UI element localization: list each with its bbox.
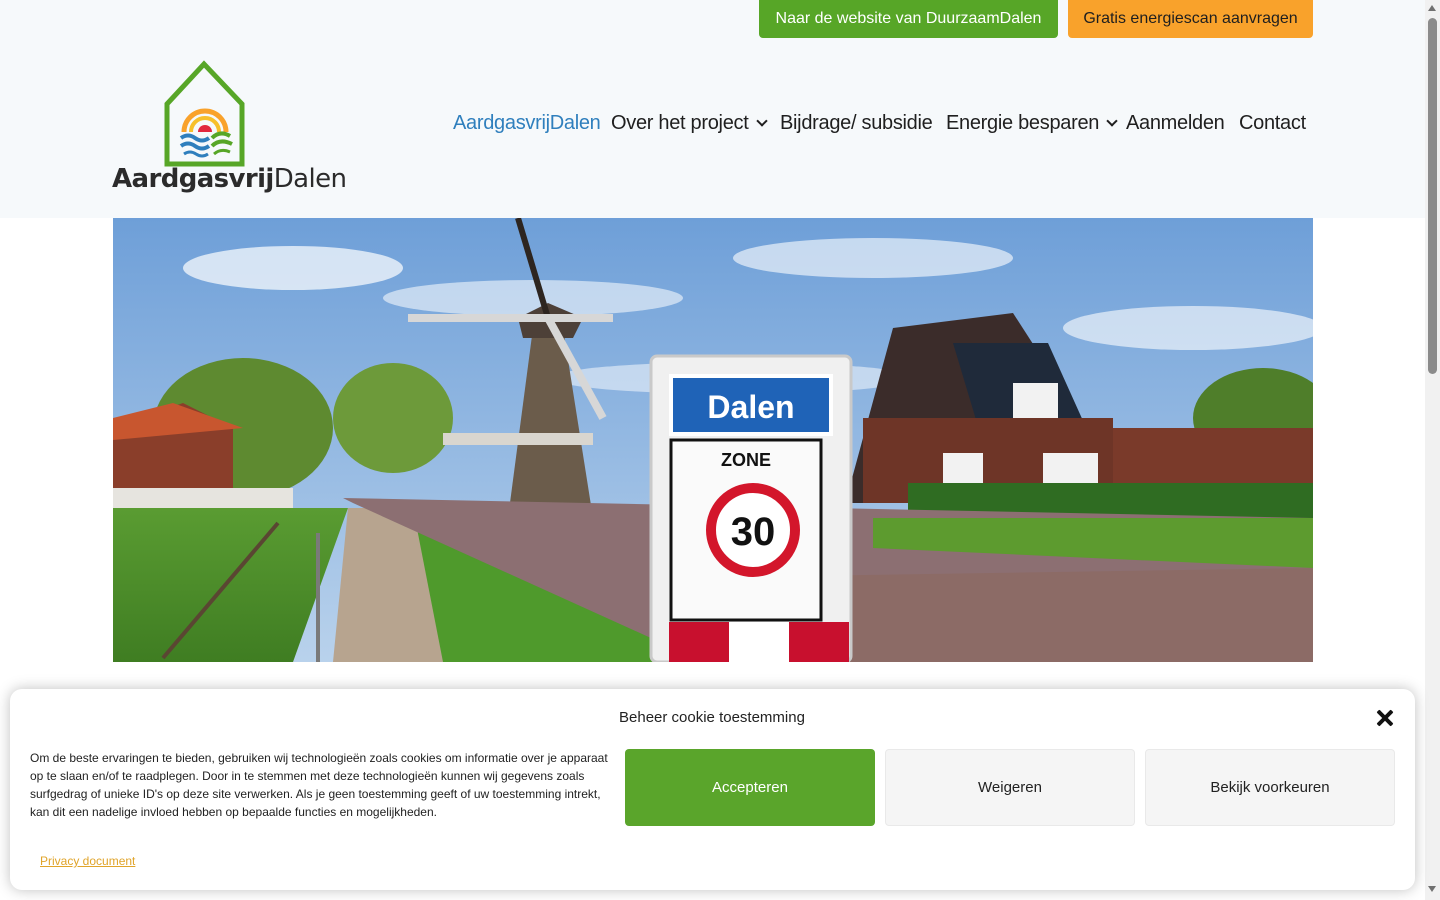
site-header: Naar de website van DuurzaamDalen Gratis… [0,0,1425,218]
chevron-down-icon [755,115,768,127]
cookie-consent-dialog: Beheer cookie toestemming Om de beste er… [10,689,1415,890]
scroll-down-arrow-icon[interactable] [1428,886,1436,892]
sign-speed-limit: 30 [731,510,776,554]
nav-item-aanmelden[interactable]: Aanmelden [1126,112,1225,144]
accept-cookies-button[interactable]: Accepteren [625,749,875,826]
cookie-dialog-title: Beheer cookie toestemming [619,709,805,726]
sign-zone-label: ZONE [721,450,771,470]
nav-item-bijdrage-subsidie[interactable]: Bijdrage/ subsidie [780,112,933,144]
logo-wordmark: AardgasvrijDalen [112,164,347,194]
scroll-up-arrow-icon[interactable] [1428,5,1436,11]
dalen-village-photo: Dalen ZONE 30 [113,218,1313,662]
deny-cookies-button[interactable]: Weigeren [885,749,1135,826]
site-logo[interactable]: AardgasvrijDalen [112,60,347,200]
view-preferences-button[interactable]: Bekijk voorkeuren [1145,749,1395,826]
page-scrollbar[interactable] [1425,0,1440,900]
nav-item-contact[interactable]: Contact [1239,112,1306,144]
privacy-document-link[interactable]: Privacy document [40,854,135,868]
duurzaamdalen-website-button[interactable]: Naar de website van DuurzaamDalen [759,0,1058,38]
chevron-down-icon [1106,115,1118,127]
house-logo-icon [164,60,245,167]
nav-item-aardgasvrijdalen[interactable]: AardgasvrijDalen [453,112,601,144]
nav-item-energie-besparen[interactable]: Energie besparen [946,112,1118,144]
cookie-description: Om de beste ervaringen te bieden, gebrui… [30,751,608,819]
close-icon[interactable] [1374,707,1396,729]
scrollbar-thumb[interactable] [1428,18,1437,374]
energy-scan-button[interactable]: Gratis energiescan aanvragen [1068,0,1313,38]
sign-town-name: Dalen [707,389,794,425]
hero-image: Dalen ZONE 30 [113,218,1313,662]
nav-item-over-het-project[interactable]: Over het project [611,112,768,144]
